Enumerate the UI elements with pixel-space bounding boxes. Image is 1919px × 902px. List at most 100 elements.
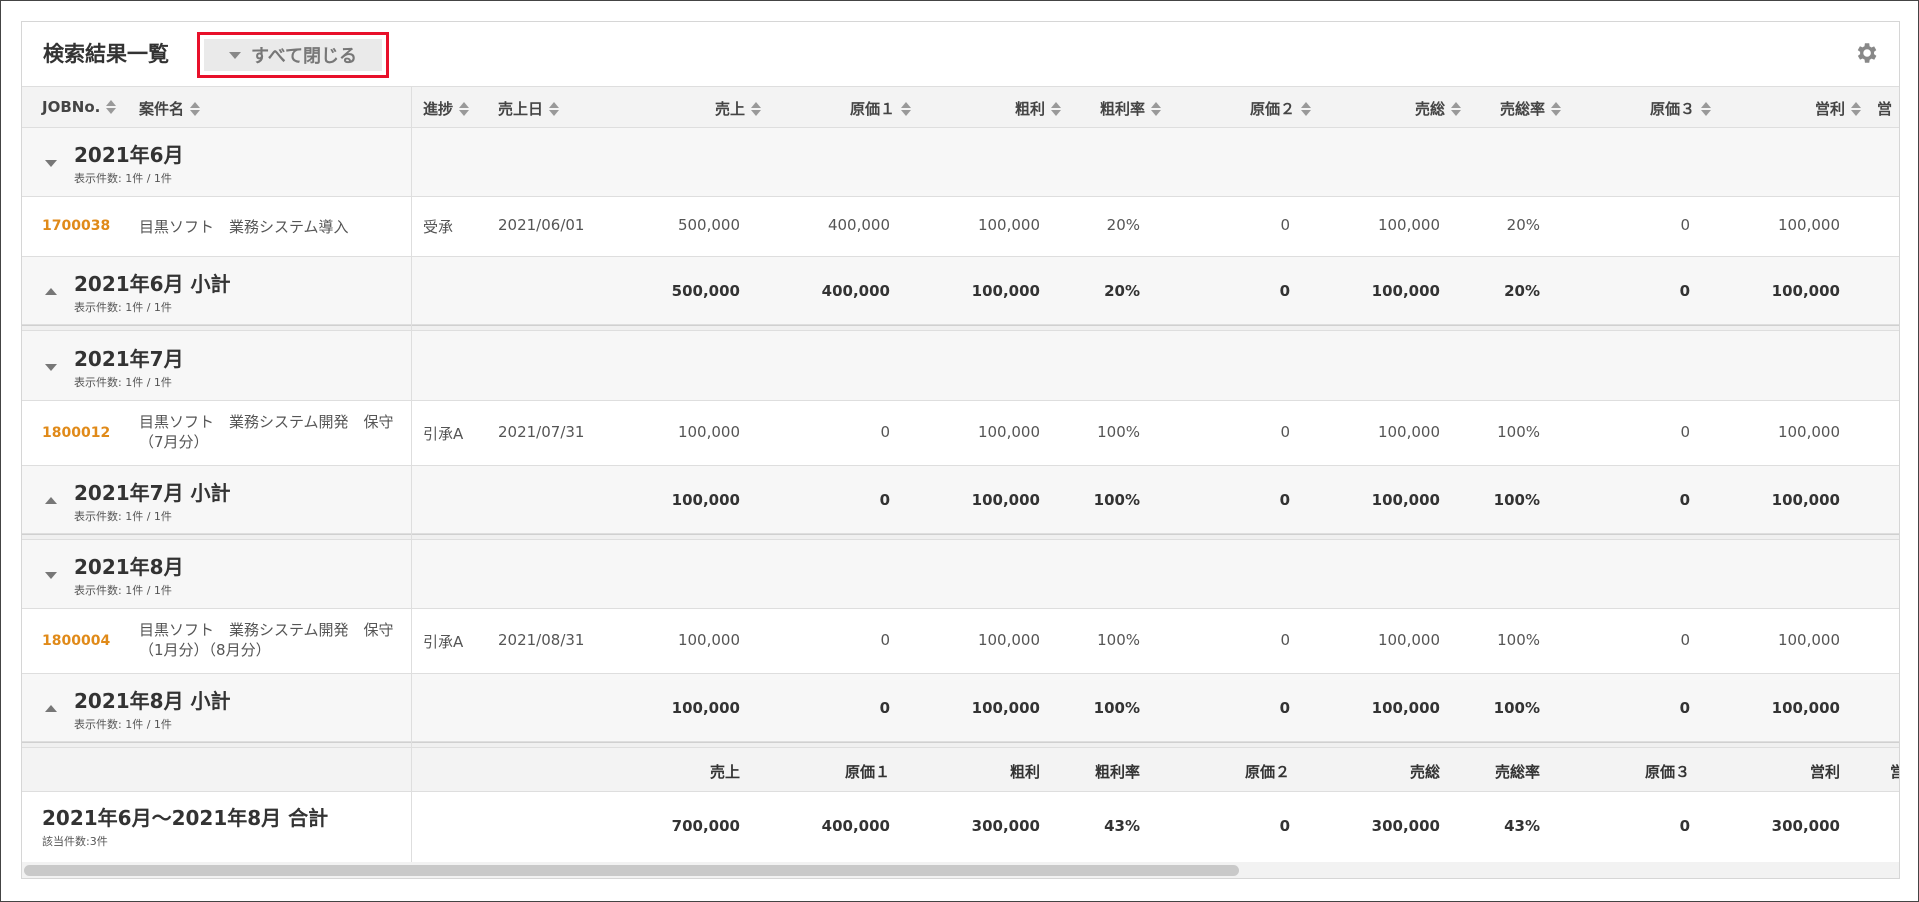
sales-value: 100,000	[671, 491, 740, 509]
grand-total-title: 2021年6月～2021年8月 合計	[42, 806, 329, 830]
total-rate-value: 43%	[1504, 817, 1540, 835]
sort-icon	[1851, 101, 1861, 116]
col-header-gross[interactable]: 粗利	[912, 98, 1061, 119]
sort-icon	[1151, 101, 1161, 116]
col-header-operating[interactable]: 営利	[1712, 98, 1861, 119]
cost1-value: 400,000	[821, 282, 890, 300]
cost1-value: 0	[880, 423, 890, 441]
sales-value: 700,000	[671, 817, 740, 835]
job-number-link[interactable]: 1700038	[42, 218, 110, 234]
subtotal-row[interactable]: 2021年8月 小計 表示件数: 1件 / 1件 100,000 0 100,0…	[22, 674, 1899, 742]
col-header-truncated[interactable]: 営	[1877, 98, 1892, 119]
total-value: 100,000	[1371, 699, 1440, 717]
total-rate-value: 100%	[1493, 699, 1540, 717]
cost3-value: 0	[1680, 423, 1690, 441]
col-header-name[interactable]: 案件名	[139, 98, 201, 119]
cost3-value: 0	[1679, 817, 1690, 835]
total-header-gross-rate: 粗利率	[1094, 763, 1140, 781]
gross-rate-value: 100%	[1093, 699, 1140, 717]
gross-value: 100,000	[971, 491, 1040, 509]
sort-icon	[1451, 101, 1461, 116]
table-row: 1800012 目黒ソフト 業務システム開発 保守（7月分） 引承A 2021/…	[22, 401, 1899, 466]
cost2-value: 0	[1280, 423, 1290, 441]
collapse-all-button[interactable]: すべて閉じる	[197, 32, 389, 78]
progress-status: 受承	[423, 218, 454, 236]
total-rate-value: 100%	[1497, 631, 1540, 649]
gross-rate-value: 43%	[1104, 817, 1140, 835]
sort-icon	[751, 101, 761, 116]
collapse-all-button-inner[interactable]: すべて閉じる	[204, 39, 382, 71]
subtotal-title: 2021年6月 小計	[74, 272, 231, 296]
group-count: 表示件数: 1件 / 1件	[74, 172, 172, 185]
subtotal-title: 2021年7月 小計	[74, 481, 231, 505]
subtotal-row[interactable]: 2021年6月 小計 表示件数: 1件 / 1件 500,000 400,000…	[22, 257, 1899, 325]
col-header-label: 売上	[714, 100, 745, 118]
gross-rate-value: 100%	[1097, 631, 1140, 649]
sort-icon	[459, 101, 470, 116]
col-header-label: 営	[1877, 100, 1893, 118]
table-row: 1800004 目黒ソフト 業務システム開発 保守（1月分）（8月分） 引承A …	[22, 609, 1899, 674]
group-title: 2021年7月	[74, 347, 184, 371]
col-header-total[interactable]: 売総	[1312, 98, 1461, 119]
cost3-value: 0	[1680, 631, 1690, 649]
col-header-sales-date[interactable]: 売上日	[498, 98, 560, 119]
col-header-label: 進捗	[423, 100, 454, 118]
total-rate-value: 20%	[1506, 216, 1540, 234]
col-header-cost2[interactable]: 原価２	[1162, 98, 1311, 119]
gear-icon[interactable]	[1853, 40, 1879, 66]
total-header-cost2: 原価２	[1244, 763, 1290, 781]
group-header-row[interactable]: 2021年8月 表示件数: 1件 / 1件	[22, 540, 1899, 609]
table-row: 1700038 目黒ソフト 業務システム導入 受承 2021/06/01 500…	[22, 197, 1899, 257]
total-header-cost1: 原価１	[844, 763, 890, 781]
col-header-progress[interactable]: 進捗	[423, 98, 470, 119]
chevron-down-icon[interactable]	[45, 364, 57, 371]
group-header-row[interactable]: 2021年6月 表示件数: 1件 / 1件	[22, 128, 1899, 197]
col-header-total-rate[interactable]: 売総率	[1462, 98, 1561, 119]
gross-value: 300,000	[971, 817, 1040, 835]
col-header-label: 原価２	[1249, 100, 1295, 118]
window-frame: 検索結果一覧 すべて閉じる JOBNo. 案件名 進捗 売上日 売上 原価１ 粗…	[0, 0, 1919, 902]
chevron-up-icon[interactable]	[45, 288, 57, 295]
col-header-label: 案件名	[139, 100, 185, 118]
horizontal-scrollbar[interactable]	[22, 862, 1899, 878]
gross-value: 100,000	[977, 423, 1040, 441]
col-header-jobno[interactable]: JOBNo.	[42, 98, 117, 116]
col-header-cost1[interactable]: 原価１	[762, 98, 911, 119]
total-header-gross: 粗利	[1009, 763, 1040, 781]
sales-date: 2021/08/31	[498, 631, 585, 649]
sort-icon	[106, 100, 117, 114]
sort-icon	[901, 101, 911, 116]
col-header-sales[interactable]: 売上	[622, 98, 761, 119]
project-name: 目黒ソフト 業務システム開発 保守（7月分）	[139, 413, 394, 451]
chevron-down-icon[interactable]	[45, 572, 57, 579]
group-header-row[interactable]: 2021年7月 表示件数: 1件 / 1件	[22, 331, 1899, 401]
cost1-value: 0	[879, 491, 890, 509]
col-header-cost3[interactable]: 原価３	[1562, 98, 1711, 119]
project-name: 目黒ソフト 業務システム導入	[139, 218, 349, 236]
gross-value: 100,000	[977, 216, 1040, 234]
column-divider	[411, 86, 412, 864]
job-number-link[interactable]: 1800012	[42, 425, 110, 441]
operating-value: 100,000	[1777, 423, 1840, 441]
group-count: 表示件数: 1件 / 1件	[74, 376, 172, 389]
sort-icon	[1301, 101, 1311, 116]
total-value: 100,000	[1377, 631, 1440, 649]
operating-value: 100,000	[1777, 216, 1840, 234]
chevron-up-icon[interactable]	[45, 497, 57, 504]
chevron-up-icon[interactable]	[45, 705, 57, 712]
total-value: 100,000	[1377, 423, 1440, 441]
subtotal-count: 表示件数: 1件 / 1件	[74, 301, 172, 314]
job-number-link[interactable]: 1800004	[42, 633, 110, 649]
chevron-down-icon[interactable]	[45, 160, 57, 167]
progress-status: 引承A	[423, 425, 464, 443]
sales-value: 500,000	[671, 282, 740, 300]
scrollbar-thumb[interactable]	[24, 865, 1239, 876]
total-header-total: 売総	[1409, 763, 1440, 781]
col-header-gross-rate[interactable]: 粗利率	[1062, 98, 1161, 119]
subtotal-row[interactable]: 2021年7月 小計 表示件数: 1件 / 1件 100,000 0 100,0…	[22, 466, 1899, 534]
col-header-label: 原価１	[849, 100, 895, 118]
operating-value: 100,000	[1777, 631, 1840, 649]
sort-icon	[1051, 101, 1061, 116]
total-value: 300,000	[1371, 817, 1440, 835]
total-rate-value: 100%	[1497, 423, 1540, 441]
